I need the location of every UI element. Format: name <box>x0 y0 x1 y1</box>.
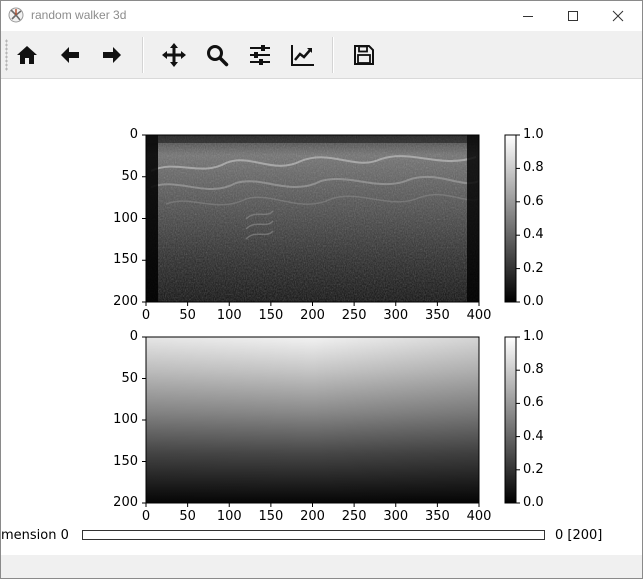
x-tick-label: 100 <box>216 509 242 524</box>
colorbar-tick-label: 0.0 <box>523 495 544 510</box>
maximize-button[interactable] <box>551 1 595 31</box>
x-tick-label: 250 <box>341 509 367 524</box>
x-tick-label: 400 <box>466 308 492 323</box>
title-bar: random walker 3d <box>1 1 642 31</box>
colorbar-tick-label: 1.0 <box>523 329 544 344</box>
figure-canvas[interactable]: 0 50 100 150 200 0 50 100 150 200 250 300 350 400 1.0 0… <box>1 79 642 555</box>
slider-label: mension 0 <box>1 528 69 543</box>
colorbar-tick-label: 0.2 <box>523 260 544 276</box>
y-tick-label: 200 <box>113 294 138 309</box>
toolbar-grip[interactable] <box>5 39 8 71</box>
y-tick-label: 100 <box>113 210 138 226</box>
configure-subplots-icon <box>250 45 270 65</box>
x-tick-label: 200 <box>300 509 325 524</box>
y-tick-label: 50 <box>121 370 138 386</box>
y-tick-label: 150 <box>113 252 138 268</box>
colorbar-tick-label: 1.0 <box>523 127 544 142</box>
zoom-magnifier-icon <box>207 45 229 67</box>
save-floppy-icon <box>354 45 374 65</box>
matplotlib-logo-icon <box>8 7 24 23</box>
y-tick-label: 200 <box>113 495 138 510</box>
status-bar <box>1 555 642 578</box>
colorbar-tick-label: 0.6 <box>523 193 544 209</box>
y-tick-label: 50 <box>121 168 138 184</box>
edit-axis-lines-icon <box>291 45 314 66</box>
y-tick-label: 100 <box>113 412 138 427</box>
toolbar-separator <box>142 37 144 73</box>
close-button[interactable] <box>596 1 640 31</box>
forward-button[interactable] <box>96 39 128 71</box>
x-tick-label: 150 <box>258 308 284 323</box>
save-button[interactable] <box>348 39 380 71</box>
x-tick-label: 0 <box>141 509 151 524</box>
colorbar-tick-label: 0.4 <box>523 428 544 444</box>
toolbar-separator <box>332 37 334 73</box>
minimize-icon <box>523 16 533 17</box>
bottom-image <box>145 336 480 504</box>
dimension-slider[interactable] <box>82 530 545 540</box>
pan-button[interactable] <box>158 39 190 71</box>
back-arrow-icon <box>61 47 79 63</box>
x-tick-label: 50 <box>179 509 196 524</box>
x-tick-label: 0 <box>141 308 151 323</box>
forward-arrow-icon <box>103 47 121 63</box>
top-colorbar <box>504 134 517 303</box>
x-tick-label: 400 <box>466 509 492 524</box>
configure-subplots-button[interactable] <box>244 39 276 71</box>
x-tick-label: 250 <box>341 308 367 323</box>
x-tick-label: 300 <box>383 308 409 323</box>
colorbar-tick-label: 0.0 <box>523 294 544 309</box>
back-button[interactable] <box>54 39 86 71</box>
close-icon <box>612 10 624 22</box>
edit-axis-button[interactable] <box>287 39 319 71</box>
x-tick-label: 300 <box>383 509 409 524</box>
top-image <box>145 134 480 303</box>
colorbar-tick-label: 0.4 <box>523 227 544 243</box>
y-tick-label: 150 <box>113 453 138 469</box>
colorbar-tick-label: 0.8 <box>523 160 544 176</box>
navigation-toolbar <box>1 31 642 79</box>
y-tick-label: 0 <box>129 127 138 142</box>
home-button[interactable] <box>11 39 43 71</box>
window-title: random walker 3d <box>31 8 127 22</box>
x-tick-label: 200 <box>300 308 325 323</box>
maximize-icon <box>568 11 578 21</box>
pan-move-icon <box>162 43 186 67</box>
zoom-button[interactable] <box>201 39 233 71</box>
colorbar-tick-label: 0.6 <box>523 395 544 411</box>
x-tick-label: 150 <box>258 509 284 524</box>
y-tick-label: 0 <box>129 329 138 344</box>
x-tick-label: 50 <box>179 308 196 323</box>
x-tick-label: 100 <box>216 308 242 323</box>
slider-value: 0 [200] <box>555 528 603 543</box>
home-icon <box>17 46 37 64</box>
x-tick-label: 350 <box>424 509 450 524</box>
minimize-button[interactable] <box>506 1 550 31</box>
x-tick-label: 350 <box>424 308 450 323</box>
app-window: random walker 3d 0 50 100 150 200 0 50 1… <box>0 0 643 579</box>
colorbar-tick-label: 0.8 <box>523 362 544 378</box>
bottom-colorbar <box>504 336 517 504</box>
colorbar-tick-label: 0.2 <box>523 461 544 477</box>
